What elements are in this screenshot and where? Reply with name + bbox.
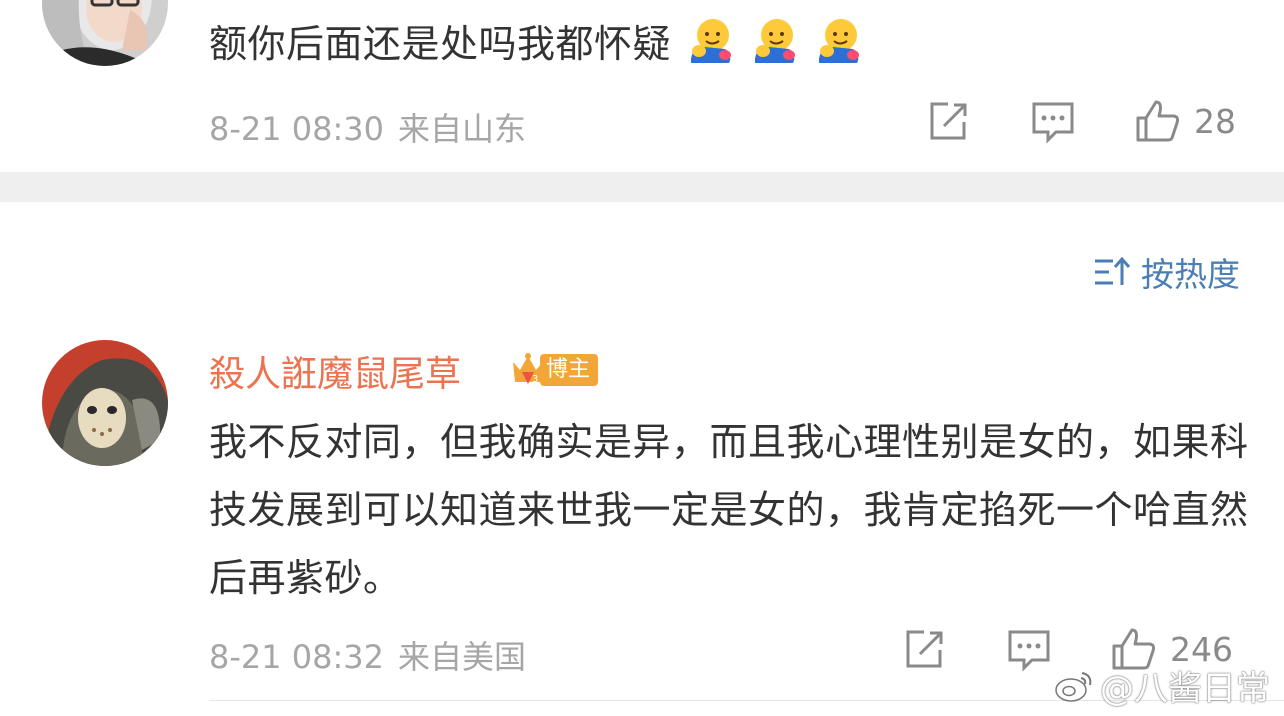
hug-emoji-icon — [685, 15, 735, 65]
comment-button[interactable] — [1006, 628, 1052, 672]
like-count: 28 — [1194, 101, 1236, 141]
watermark-text: @八酱日常 — [1100, 669, 1270, 709]
weibo-logo — [1055, 671, 1092, 702]
repost-button[interactable] — [902, 628, 946, 672]
sort-label: 按热度 — [1141, 255, 1240, 294]
comment-meta: 8-21 08:30 来自山东 — [209, 104, 526, 150]
hug-emoji-icon — [813, 15, 863, 65]
avatar-photo-hockey-mask — [42, 340, 168, 466]
sort-by-hot-button[interactable]: 按热度 — [1093, 248, 1240, 296]
thumbs-up-icon — [1136, 100, 1180, 142]
comment-location: 来自美国 — [398, 638, 527, 676]
username[interactable]: 殺人誑魔鼠尾草 — [209, 345, 461, 397]
repost-button[interactable] — [926, 100, 970, 144]
comment-date: 8-21 08:32 — [209, 638, 385, 676]
comment-date: 8-21 08:30 — [209, 110, 385, 148]
repost-icon — [930, 102, 967, 140]
comment-location: 来自山东 — [398, 110, 527, 148]
avatar-photo-woman — [42, 0, 168, 66]
watermark: @八酱日常 — [1054, 661, 1270, 710]
comment-text: 我不反对同，但我确实是异，而且我心理性别是女的，如果科技发展到可以知道来世我一定… — [209, 420, 1249, 600]
section-divider — [0, 172, 1284, 202]
svg-text:3: 3 — [532, 374, 538, 385]
comment-icon — [1032, 102, 1074, 144]
comment-icon — [1008, 630, 1050, 672]
sort-icon — [1095, 256, 1131, 285]
comment-text: 额你后面还是处吗我都怀疑 — [209, 10, 863, 78]
badge-label: 博主 — [540, 354, 599, 386]
blogger-badge: 3 博主 — [510, 350, 599, 390]
like-button[interactable]: 28 — [1134, 98, 1236, 144]
hug-emoji-icon — [749, 15, 799, 65]
comment-button[interactable] — [1030, 100, 1076, 144]
comment-text-content: 额你后面还是处吗我都怀疑 — [209, 22, 672, 66]
avatar[interactable] — [42, 0, 168, 66]
avatar[interactable] — [42, 340, 168, 466]
comment-meta: 8-21 08:32 来自美国 — [209, 632, 526, 678]
repost-icon — [906, 630, 943, 668]
